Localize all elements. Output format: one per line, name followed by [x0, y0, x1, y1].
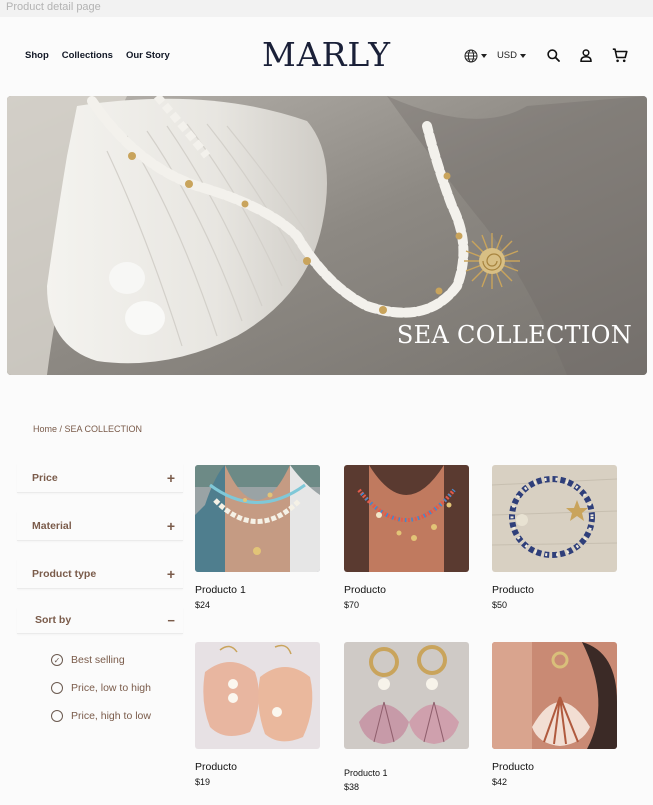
frame-label: Product detail page — [6, 1, 101, 13]
currency-selector[interactable]: USD — [497, 50, 526, 61]
chevron-down-icon — [520, 53, 526, 58]
filter-material[interactable]: Material + — [17, 511, 183, 541]
sort-option-price-low-high[interactable]: Price, low to high — [51, 674, 183, 702]
sort-by-label: Sort by — [35, 614, 72, 626]
search-icon[interactable] — [547, 49, 560, 62]
radio-unchecked-icon — [51, 682, 63, 694]
cart-icon[interactable] — [612, 48, 628, 63]
sort-option-best-selling[interactable]: ✓ Best selling — [51, 646, 183, 674]
plus-icon: + — [166, 517, 175, 534]
sort-options: ✓ Best selling Price, low to high Price,… — [17, 634, 183, 730]
breadcrumb: Home / SEA COLLECTION — [33, 424, 142, 434]
minus-icon: − — [167, 612, 175, 628]
radio-checked-icon: ✓ — [51, 654, 63, 666]
hero-banner: SEA COLLECTION — [7, 96, 647, 375]
filter-price[interactable]: Price + — [17, 463, 183, 493]
product-image[interactable] — [195, 642, 320, 749]
product-price: $50 — [492, 600, 508, 610]
product-name[interactable]: Producto — [492, 761, 617, 773]
product-price: $42 — [492, 777, 508, 787]
header: Shop Collections Our Story MARLY USD — [0, 17, 653, 95]
product-card[interactable]: Producto $70 — [344, 465, 469, 610]
product-name[interactable]: Producto — [195, 761, 320, 773]
chevron-down-icon — [480, 53, 487, 58]
product-price: $19 — [195, 777, 211, 787]
filters-sidebar: Price + Material + Product type + Sort b… — [17, 463, 183, 730]
radio-unchecked-icon — [51, 710, 63, 722]
product-price: $70 — [344, 600, 360, 610]
page: Shop Collections Our Story MARLY USD SEA… — [0, 17, 653, 805]
sort-option-label: Best selling — [71, 654, 125, 666]
product-price: $24 — [195, 600, 211, 610]
breadcrumb-separator: / — [57, 424, 65, 434]
sort-option-label: Price, low to high — [71, 682, 151, 694]
product-image[interactable] — [344, 465, 469, 572]
globe-icon — [464, 49, 478, 63]
product-card[interactable]: Producto 1 $38 — [344, 642, 469, 792]
header-actions: USD — [464, 48, 628, 63]
breadcrumb-home[interactable]: Home — [33, 424, 57, 434]
product-name[interactable]: Producto — [344, 584, 469, 596]
filter-price-label: Price — [32, 471, 58, 484]
currency-label: USD — [496, 50, 517, 61]
language-selector[interactable] — [464, 49, 487, 63]
hero-title: SEA COLLECTION — [396, 321, 632, 349]
filter-product-type-label: Product type — [32, 567, 97, 580]
plus-icon: + — [166, 565, 175, 582]
user-icon[interactable] — [580, 49, 592, 62]
product-image[interactable] — [344, 642, 469, 749]
sort-by-toggle[interactable]: Sort by − — [17, 607, 183, 634]
product-card[interactable]: Producto 1 $24 — [195, 465, 320, 610]
product-image[interactable] — [195, 465, 320, 572]
product-card[interactable]: Producto $42 — [492, 642, 617, 787]
product-image[interactable] — [492, 465, 617, 572]
product-card[interactable]: Producto $19 — [195, 642, 320, 787]
product-name[interactable]: Producto 1 — [344, 768, 469, 778]
product-name[interactable]: Producto — [492, 584, 617, 596]
product-card[interactable]: Producto $50 — [492, 465, 617, 610]
plus-icon: + — [166, 469, 175, 486]
product-image[interactable] — [492, 642, 617, 749]
sort-option-label: Price, high to low — [71, 710, 151, 722]
breadcrumb-current: SEA COLLECTION — [64, 424, 143, 434]
filter-material-label: Material — [32, 519, 72, 532]
product-name[interactable]: Producto 1 — [195, 584, 320, 596]
sort-option-price-high-low[interactable]: Price, high to low — [51, 702, 183, 730]
filter-product-type[interactable]: Product type + — [17, 559, 183, 589]
product-price: $38 — [344, 782, 360, 792]
